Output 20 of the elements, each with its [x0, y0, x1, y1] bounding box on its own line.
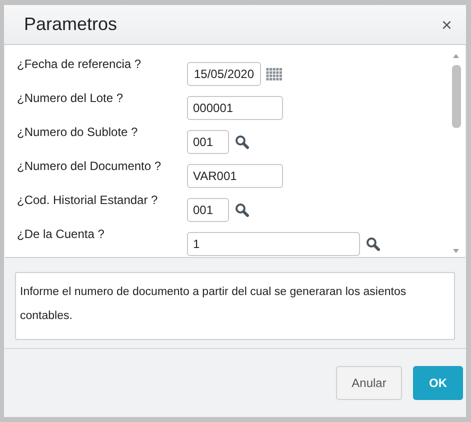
search-icon[interactable]: [235, 135, 249, 149]
field-label: ¿Numero del Lote ?: [17, 90, 124, 107]
search-icon[interactable]: [366, 237, 380, 251]
help-text: Informe el numero de documento a partir del cual se generaran los asientos contables.: [20, 286, 406, 322]
dialog-title: Parametros: [24, 13, 118, 36]
input-field[interactable]: 000001: [187, 96, 283, 120]
cancel-button[interactable]: Anular: [336, 366, 402, 400]
input-field[interactable]: VAR001: [187, 164, 283, 188]
search-icon[interactable]: [235, 203, 249, 217]
field-label: ¿Cod. Historial Estandar ?: [17, 192, 159, 209]
close-button[interactable]: ×: [441, 16, 452, 34]
field-label: ¿De la Cuenta ?: [17, 226, 106, 243]
input-field[interactable]: 15/05/2020: [187, 62, 261, 86]
field-label: ¿Numero do Sublote ?: [17, 124, 139, 141]
field-label: ¿Numero del Documento ?: [17, 158, 162, 175]
input-field[interactable]: 001: [187, 198, 229, 222]
input-field[interactable]: 1: [187, 232, 360, 256]
input-field[interactable]: 001: [187, 130, 229, 154]
calendar-icon[interactable]: [266, 68, 283, 80]
field-label: ¿Fecha de referencia ?: [17, 56, 142, 73]
